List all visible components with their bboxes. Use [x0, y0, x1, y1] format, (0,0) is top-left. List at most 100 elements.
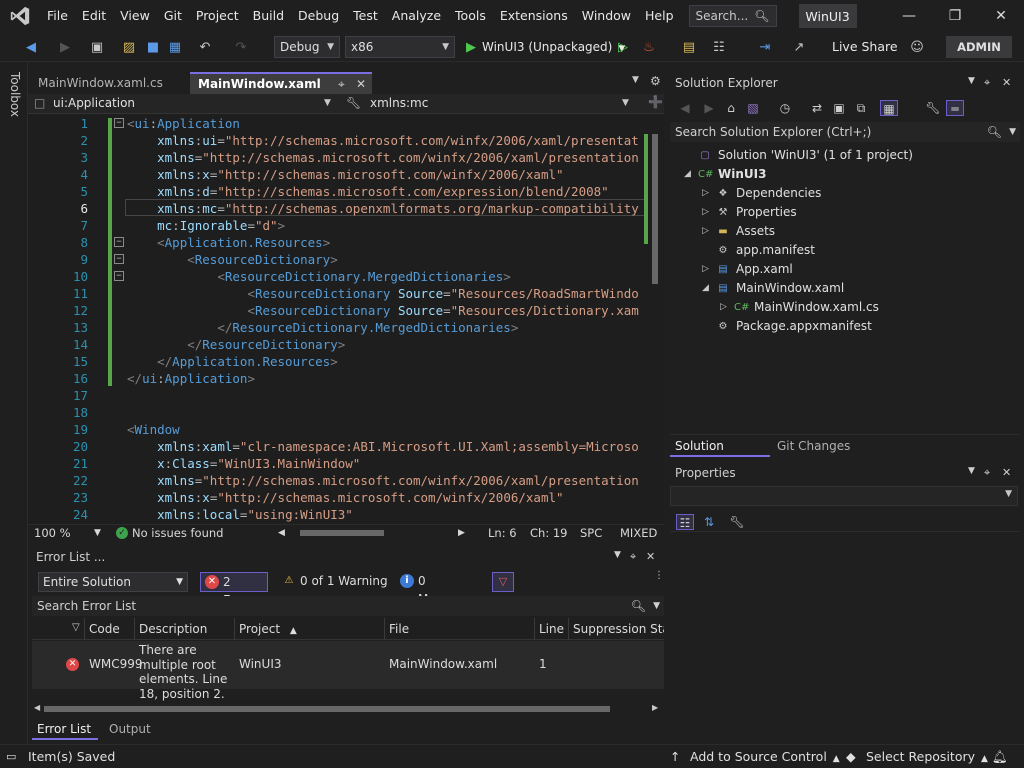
expanded-arrow-icon[interactable]: ◢ — [702, 279, 709, 298]
code-line[interactable]: 2 xmlns:ui="http://schemas.microsoft.com… — [28, 132, 648, 149]
account-badge[interactable]: ADMIN — [946, 36, 1012, 58]
solution-search-input[interactable]: Search Solution Explorer (Ctrl+;) 🔍︎ ▼ — [670, 122, 1020, 142]
tab-mainwindow-xaml[interactable]: MainWindow.xaml ⌖ ✕ — [190, 72, 372, 94]
expanded-arrow-icon[interactable]: ◢ — [684, 165, 691, 184]
menu-project[interactable]: Project — [189, 0, 246, 32]
close-icon[interactable]: ✕ — [356, 74, 366, 94]
run-target-button[interactable]: WinUI3 (Unpackaged) ▼ — [482, 38, 625, 56]
undo-icon[interactable]: ↶ — [196, 38, 214, 56]
start-without-debug-icon[interactable]: ▷ — [614, 38, 632, 56]
alphabetical-icon[interactable]: ⇅ — [700, 514, 718, 530]
save-all-icon[interactable]: ▦ — [166, 38, 184, 56]
collapsed-arrow-icon[interactable]: ▷ — [702, 184, 709, 203]
close-icon[interactable]: ✕ — [1002, 76, 1011, 89]
filter-icon[interactable]: ▽ — [492, 572, 514, 592]
scroll-left-icon[interactable]: ◀ — [278, 525, 285, 541]
code-line[interactable]: 8 − <Application.Resources> — [28, 234, 648, 251]
show-all-files-icon[interactable]: ⧉ — [852, 100, 870, 116]
collapsed-arrow-icon[interactable]: ▷ — [702, 203, 709, 222]
pin-icon[interactable]: ⌖ — [630, 550, 636, 564]
tree-item[interactable]: ⚙ app.manifest — [670, 241, 1016, 260]
code-line[interactable]: 21 x:Class="WinUI3.MainWindow" — [28, 455, 648, 472]
pin-icon[interactable]: ⌖ — [984, 466, 990, 480]
gear-icon[interactable]: ⚙ — [650, 74, 661, 88]
line-indicator[interactable]: Ln: 6 — [488, 525, 517, 541]
step-icon[interactable]: ⇥ — [756, 38, 774, 56]
tab-error-list[interactable]: Error List ... — [32, 718, 98, 758]
tree-item[interactable]: ▷ C# MainWindow.xaml.cs — [670, 298, 1016, 317]
column-indicator[interactable]: Ch: 19 — [530, 525, 567, 541]
collapse-toggle-icon[interactable]: − — [114, 237, 124, 247]
sync-icon[interactable]: ⇄ — [808, 100, 826, 116]
code-line[interactable]: 19 <Window — [28, 421, 648, 438]
code-line[interactable]: 9 − <ResourceDictionary> — [28, 251, 648, 268]
wrench-icon[interactable]: 🔧︎ — [728, 514, 746, 530]
errors-filter-button[interactable]: ✕ 2 Errors — [200, 572, 268, 607]
properties-object-dropdown[interactable]: ▼ — [670, 486, 1018, 506]
chevron-down-icon[interactable]: ▼ — [94, 525, 101, 541]
code-line[interactable]: 15 </Application.Resources> — [28, 353, 648, 370]
collapse-toggle-icon[interactable]: − — [114, 254, 124, 264]
column-project[interactable]: Project ▲ — [234, 618, 384, 640]
code-line[interactable]: 16 </ui:Application> — [28, 370, 648, 387]
tree-item[interactable]: ◢ ▤ MainWindow.xaml — [670, 279, 1016, 298]
tab-output[interactable]: Output — [104, 718, 164, 740]
element-dropdown[interactable]: □ ui:Application ▼ — [28, 94, 336, 113]
wrench-icon[interactable]: 🔧︎ — [924, 100, 942, 116]
overflow-icon[interactable]: ⋮ — [654, 570, 664, 581]
filter-icon[interactable]: ▽ — [72, 622, 80, 633]
switch-views-icon[interactable]: ▧ — [744, 100, 762, 116]
collapsed-arrow-icon[interactable]: ▷ — [720, 298, 727, 317]
tab-mainwindow-xaml-cs[interactable]: MainWindow.xaml.cs — [30, 72, 188, 94]
menu-help[interactable]: Help — [638, 0, 681, 32]
configuration-dropdown[interactable]: Debug ▼ — [274, 36, 340, 58]
code-line[interactable]: 3 xmlns="http://schemas.microsoft.com/wi… — [28, 149, 648, 166]
minimize-button[interactable]: — — [886, 0, 932, 32]
notifications-icon[interactable]: 🔔︎ — [992, 745, 1008, 768]
column-code[interactable]: Code — [84, 618, 134, 640]
menu-test[interactable]: Test — [346, 0, 385, 32]
code-line[interactable]: 13 </ResourceDictionary.MergedDictionari… — [28, 319, 648, 336]
code-line[interactable]: 14 </ResourceDictionary> — [28, 336, 648, 353]
live-share-button[interactable]: Live Share — [832, 38, 898, 56]
toolbox-tab[interactable]: Toolbox — [8, 72, 22, 117]
tab-overflow-icon[interactable]: ▼ — [632, 75, 639, 85]
close-icon[interactable]: ✕ — [1002, 466, 1011, 479]
scroll-right-icon[interactable]: ▶ — [458, 525, 465, 541]
tree-item[interactable]: ▷ ▬ Assets — [670, 222, 1016, 241]
pin-icon[interactable]: ⌖ — [338, 74, 345, 94]
preview-icon[interactable]: ▦ — [880, 100, 898, 116]
code-line[interactable]: 17 — [28, 387, 648, 404]
menu-extensions[interactable]: Extensions — [493, 0, 575, 32]
error-horizontal-scrollbar[interactable]: ◀ ▶ — [32, 702, 664, 716]
window-options-icon[interactable]: ▼ — [614, 550, 621, 560]
active-document-icon[interactable]: ═ — [946, 100, 964, 116]
collapsed-arrow-icon[interactable]: ▷ — [702, 260, 709, 279]
code-line[interactable]: 24 xmlns:local="using:WinUI3" — [28, 506, 648, 523]
menu-build[interactable]: Build — [246, 0, 291, 32]
search-input[interactable]: Search... 🔍︎ — [688, 5, 777, 27]
menu-window[interactable]: Window — [575, 0, 638, 32]
code-line[interactable]: 5 xmlns:d="http://schemas.microsoft.com/… — [28, 183, 648, 200]
add-to-source-control-button[interactable]: Add to Source Control ▲ — [690, 745, 840, 768]
error-scope-dropdown[interactable]: Entire Solution ▼ — [38, 572, 188, 592]
redo-icon[interactable]: ↷ — [232, 38, 250, 56]
code-line[interactable]: 1 − <ui:Application — [28, 115, 648, 132]
platform-dropdown[interactable]: x86 ▼ — [345, 36, 455, 58]
close-window-button[interactable]: ✕ — [978, 0, 1024, 32]
menu-git[interactable]: Git — [157, 0, 189, 32]
member-dropdown[interactable]: 🔧︎ xmlns:mc ▼ — [340, 94, 640, 113]
collapse-toggle-icon[interactable]: − — [114, 118, 124, 128]
visual-studio-logo-icon[interactable] — [0, 0, 40, 32]
code-line[interactable]: 20 xmlns:xaml="clr-namespace:ABI.Microso… — [28, 438, 648, 455]
tab-solution-explorer[interactable]: Solution Explorer — [670, 435, 770, 475]
warnings-filter-button[interactable]: ⚠ 0 of 1 Warning — [278, 572, 388, 592]
tree-item[interactable]: ▷ ▤ App.xaml — [670, 260, 1016, 279]
forward-icon[interactable]: ▶ — [700, 100, 718, 116]
new-project-icon[interactable]: ▣ — [88, 38, 106, 56]
error-search-input[interactable]: Search Error List 🔍︎ ▼ — [32, 596, 664, 616]
line-ending-indicator[interactable]: MIXED — [620, 525, 657, 541]
issues-indicator[interactable]: No issues found — [132, 525, 223, 541]
code-line[interactable]: 22 xmlns="http://schemas.microsoft.com/w… — [28, 472, 648, 489]
menu-edit[interactable]: Edit — [75, 0, 113, 32]
